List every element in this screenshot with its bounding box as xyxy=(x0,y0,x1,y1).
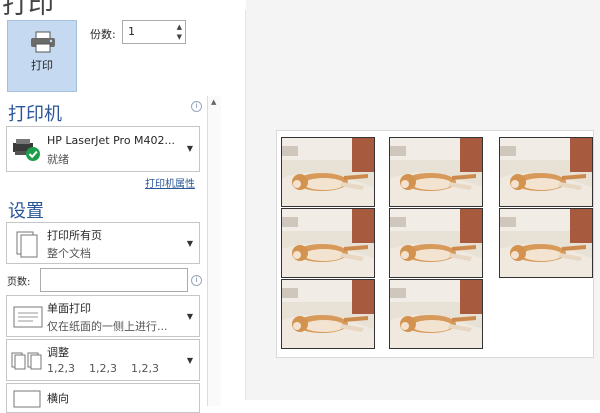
page-title: 打印 xyxy=(2,0,55,20)
cat-photo-thumbnail xyxy=(389,279,483,349)
scroll-up-icon[interactable]: ▲ xyxy=(211,98,216,106)
printer-dropdown[interactable]: HP LaserJet Pro M402... 就绪 ▼ xyxy=(6,126,200,172)
cat-photo-thumbnail xyxy=(281,137,375,207)
landscape-page-icon xyxy=(13,390,41,408)
settings-heading: 设置 xyxy=(8,201,44,222)
printer-status: 就绪 xyxy=(47,153,69,166)
cat-photo-thumbnail xyxy=(281,279,375,349)
info-icon[interactable]: i xyxy=(191,101,202,112)
pages-input[interactable] xyxy=(40,268,188,292)
print-range-title: 打印所有页 xyxy=(47,229,102,242)
cat-photo-thumbnail xyxy=(499,137,593,207)
pages-label: 页数: xyxy=(7,277,31,288)
cat-photo-thumbnail xyxy=(389,137,483,207)
sides-dropdown[interactable]: 单面打印 仅在纸面的一侧上进行... ▼ xyxy=(6,295,200,337)
printer-heading: 打印机 xyxy=(8,104,62,125)
collate-title: 调整 xyxy=(47,346,69,359)
collate-dropdown[interactable]: 调整 1,2,3 1,2,3 1,2,3 ▼ xyxy=(6,339,200,381)
copies-stepper[interactable]: 1 ▲ ▼ xyxy=(122,20,186,44)
orientation-dropdown[interactable]: 横向 xyxy=(6,383,200,413)
copies-label: 份数: xyxy=(90,28,116,41)
chevron-down-icon: ▼ xyxy=(186,356,193,365)
chevron-down-icon: ▼ xyxy=(186,144,193,153)
cat-photo-thumbnail xyxy=(499,208,593,278)
chevron-down-icon: ▼ xyxy=(186,312,193,321)
printer-name: HP LaserJet Pro M402... xyxy=(47,134,176,147)
sides-title: 单面打印 xyxy=(47,302,91,315)
cat-photo-thumbnail xyxy=(389,208,483,278)
spin-down-icon[interactable]: ▼ xyxy=(177,33,182,41)
collate-icon xyxy=(11,352,42,370)
print-button-label: 打印 xyxy=(31,59,53,72)
one-sided-page-icon xyxy=(13,306,43,328)
preview-page xyxy=(276,130,594,358)
info-icon[interactable]: i xyxy=(191,275,202,286)
print-range-subtitle: 整个文档 xyxy=(47,247,91,260)
copies-value: 1 xyxy=(128,25,135,38)
orientation-title: 横向 xyxy=(47,392,69,405)
printer-ready-icon xyxy=(13,139,40,161)
settings-scrollbar[interactable]: ▲ xyxy=(207,96,221,406)
sides-subtitle: 仅在纸面的一侧上进行... xyxy=(47,320,168,333)
cat-photo-thumbnail xyxy=(281,208,375,278)
document-pages-icon xyxy=(16,231,38,258)
chevron-down-icon: ▼ xyxy=(186,239,193,248)
printer-icon xyxy=(31,31,55,53)
printer-properties-link[interactable]: 打印机属性 xyxy=(145,175,195,190)
print-range-dropdown[interactable]: 打印所有页 整个文档 ▼ xyxy=(6,222,200,264)
collate-subtitle: 1,2,3 1,2,3 1,2,3 xyxy=(47,362,159,375)
print-button[interactable]: 打印 xyxy=(7,20,77,92)
spin-up-icon[interactable]: ▲ xyxy=(177,23,182,31)
